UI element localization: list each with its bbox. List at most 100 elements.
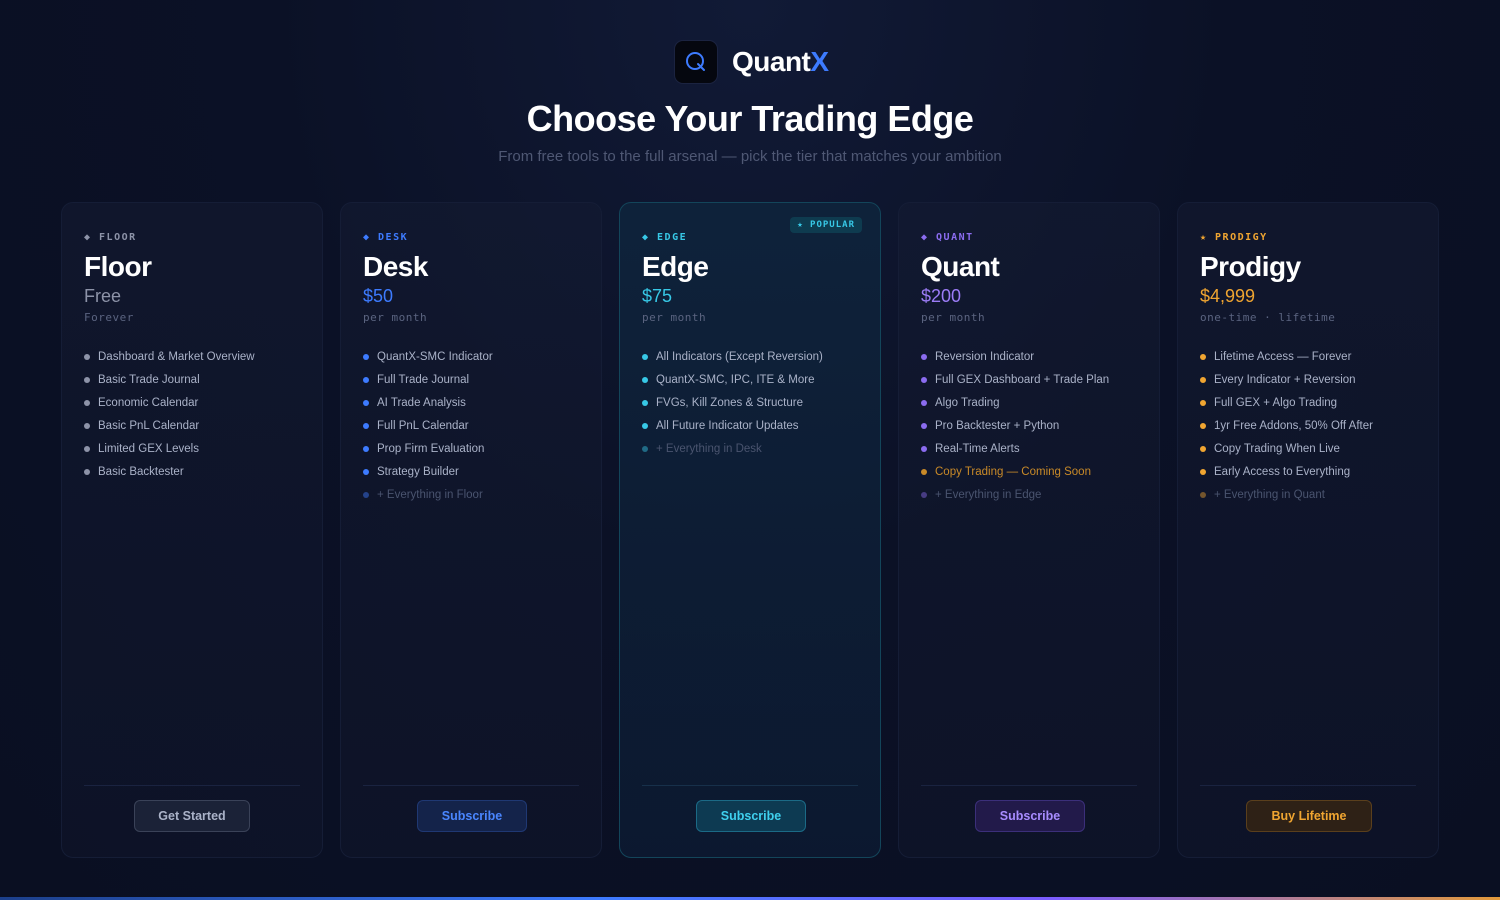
page-title: Choose Your Trading Edge: [526, 98, 974, 139]
bullet-icon: [363, 422, 369, 429]
bullet-icon: [642, 376, 648, 383]
feature-label: Basic Backtester: [98, 465, 184, 478]
tier-price: $50: [363, 286, 394, 306]
pricing-card-desk: ◆ DESK Desk $50 per month QuantX-SMC Ind…: [340, 202, 602, 858]
feature-label: Full PnL Calendar: [377, 419, 469, 432]
feature-item: QuantX-SMC, IPC, ITE & More: [642, 368, 872, 391]
feature-item: Full GEX + Algo Trading: [1200, 391, 1430, 414]
brand: QuantX: [674, 40, 829, 84]
bullet-icon: [1200, 445, 1206, 452]
bullet-icon: [1200, 399, 1206, 406]
feature-item: Dashboard & Market Overview: [84, 345, 314, 368]
bullet-icon: [363, 376, 369, 383]
subscribe-button-quant[interactable]: Subscribe: [975, 800, 1085, 832]
feature-label: Prop Firm Evaluation: [377, 442, 485, 455]
bullet-icon: [363, 399, 369, 406]
popular-badge: ★ POPULAR: [790, 217, 862, 233]
bullet-icon: [1200, 353, 1206, 360]
feature-item: Lifetime Access — Forever: [1200, 345, 1430, 368]
feature-item: Economic Calendar: [84, 391, 314, 414]
bullet-icon: [642, 445, 648, 452]
feature-item: Strategy Builder: [363, 460, 593, 483]
subscribe-button-desk[interactable]: Subscribe: [417, 800, 527, 832]
tier-name: Floor: [84, 251, 152, 282]
feature-label: Dashboard & Market Overview: [98, 350, 255, 363]
feature-label: Economic Calendar: [98, 396, 199, 409]
feature-label: Early Access to Everything: [1214, 465, 1351, 478]
feature-item: Basic Backtester: [84, 460, 314, 483]
bullet-icon: [84, 399, 90, 406]
bullet-icon: [921, 353, 927, 360]
feature-list: Lifetime Access — Forever Every Indicato…: [1200, 345, 1430, 506]
feature-item: All Future Indicator Updates: [642, 414, 872, 437]
pricing-card-prodigy: ★ PRODIGY Prodigy $4,999 one-time · life…: [1177, 202, 1439, 858]
feature-label: Limited GEX Levels: [98, 442, 199, 455]
tier-tag: ★ PRODIGY: [1200, 232, 1268, 243]
feature-item-inherited: + Everything in Quant: [1200, 483, 1430, 506]
bullet-icon: [921, 445, 927, 452]
tier-tag: ◆ EDGE: [642, 232, 688, 243]
buy-lifetime-button[interactable]: Buy Lifetime: [1246, 800, 1372, 832]
feature-label: Strategy Builder: [377, 465, 459, 478]
feature-item-coming-soon: Copy Trading — Coming Soon: [921, 460, 1151, 483]
feature-item-inherited: + Everything in Edge: [921, 483, 1151, 506]
pricing-card-quant: ◆ QUANT Quant $200 per month Reversion I…: [898, 202, 1160, 858]
feature-label: + Everything in Quant: [1214, 488, 1325, 501]
feature-item: Real-Time Alerts: [921, 437, 1151, 460]
feature-label: Full Trade Journal: [377, 373, 470, 386]
bullet-icon: [921, 468, 927, 475]
feature-item: Early Access to Everything: [1200, 460, 1430, 483]
tier-name: Prodigy: [1200, 251, 1301, 282]
bullet-icon: [642, 399, 648, 406]
page-subtitle: From free tools to the full arsenal — pi…: [498, 148, 1002, 165]
feature-label: Copy Trading — Coming Soon: [935, 465, 1091, 478]
feature-item: Limited GEX Levels: [84, 437, 314, 460]
bullet-icon: [1200, 468, 1206, 475]
feature-item: Algo Trading: [921, 391, 1151, 414]
feature-item: All Indicators (Except Reversion): [642, 345, 872, 368]
subscribe-button-edge[interactable]: Subscribe: [696, 800, 806, 832]
bullet-icon: [84, 468, 90, 475]
feature-label: Algo Trading: [935, 396, 1000, 409]
feature-item: 1yr Free Addons, 50% Off After: [1200, 414, 1430, 437]
feature-item: QuantX-SMC Indicator: [363, 345, 593, 368]
feature-item: Full GEX Dashboard + Trade Plan: [921, 368, 1151, 391]
feature-item: Basic Trade Journal: [84, 368, 314, 391]
feature-item: Every Indicator + Reversion: [1200, 368, 1430, 391]
bullet-icon: [363, 468, 369, 475]
bullet-icon: [642, 353, 648, 360]
bullet-icon: [84, 353, 90, 360]
tier-price: $200: [921, 286, 962, 306]
feature-label: + Everything in Edge: [935, 488, 1042, 501]
bullet-icon: [1200, 491, 1206, 498]
feature-label: Every Indicator + Reversion: [1214, 373, 1356, 386]
bullet-icon: [363, 445, 369, 452]
bullet-icon: [921, 399, 927, 406]
tier-period: per month: [921, 311, 986, 324]
feature-label: Copy Trading When Live: [1214, 442, 1340, 455]
tier-name: Desk: [363, 251, 428, 282]
feature-label: + Everything in Desk: [656, 442, 762, 455]
get-started-button[interactable]: Get Started: [134, 800, 250, 832]
feature-label: Real-Time Alerts: [935, 442, 1020, 455]
tier-period: Forever: [84, 311, 134, 324]
feature-label: QuantX-SMC Indicator: [377, 350, 493, 363]
tier-period: one-time · lifetime: [1200, 311, 1336, 324]
bullet-icon: [1200, 422, 1206, 429]
card-divider: [84, 785, 300, 786]
bullet-icon: [363, 353, 369, 360]
feature-label: Pro Backtester + Python: [935, 419, 1060, 432]
bullet-icon: [642, 422, 648, 429]
feature-label: Basic Trade Journal: [98, 373, 200, 386]
bullet-icon: [921, 491, 927, 498]
brand-name: QuantX: [732, 46, 829, 78]
feature-label: Lifetime Access — Forever: [1214, 350, 1352, 363]
feature-item: Prop Firm Evaluation: [363, 437, 593, 460]
feature-list: Dashboard & Market Overview Basic Trade …: [84, 345, 314, 483]
brand-name-accent: X: [810, 46, 829, 77]
feature-item: Reversion Indicator: [921, 345, 1151, 368]
feature-label: + Everything in Floor: [377, 488, 483, 501]
tier-period: per month: [363, 311, 428, 324]
tier-price: Free: [84, 286, 122, 306]
feature-label: Full GEX + Algo Trading: [1214, 396, 1338, 409]
